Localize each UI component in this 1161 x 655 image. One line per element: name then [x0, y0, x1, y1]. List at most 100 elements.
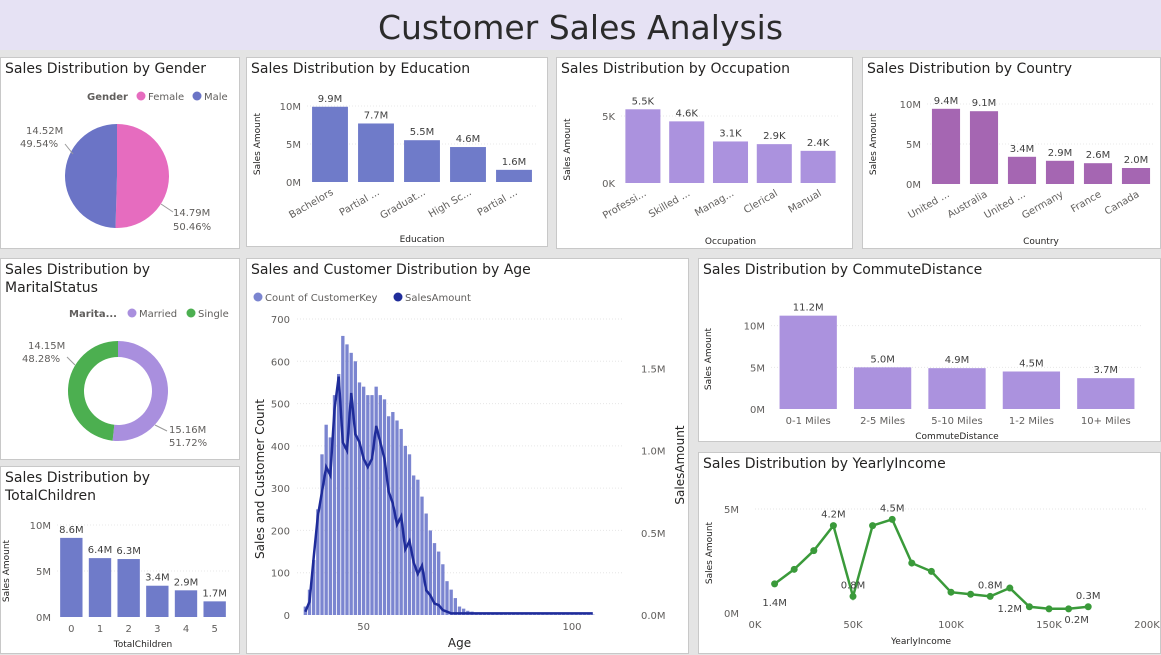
count-bar[interactable]: [420, 496, 424, 615]
income-point[interactable]: [1045, 605, 1053, 613]
income-line-panel[interactable]: Sales Distribution by YearlyIncome 0M 5M 0…: [698, 452, 1161, 654]
pie-slice-male[interactable]: [64, 124, 117, 228]
bar[interactable]: [779, 315, 837, 409]
bar[interactable]: [450, 147, 486, 182]
count-bar[interactable]: [428, 530, 432, 615]
gender-pie-chart[interactable]: Gender Female Male 14.52M 49.54% 14.79M …: [1, 58, 240, 249]
count-bar[interactable]: [424, 513, 428, 615]
income-line[interactable]: [773, 517, 1089, 611]
bar[interactable]: [756, 144, 792, 183]
income-point[interactable]: [947, 588, 955, 596]
income-point[interactable]: [869, 522, 877, 530]
donut-slice-married[interactable]: [112, 341, 169, 441]
income-point[interactable]: [790, 565, 798, 573]
bar[interactable]: [625, 109, 661, 183]
count-bar[interactable]: [382, 399, 387, 615]
bar[interactable]: [931, 108, 961, 184]
country-bar-panel[interactable]: Sales Distribution by Country 0M 5M 10M 9.4…: [862, 57, 1161, 249]
income-point[interactable]: [810, 547, 818, 555]
bar[interactable]: [1002, 371, 1061, 410]
country-bar-chart[interactable]: 0M 5M 10M 9.4M United ... 9.1M Australia 3.4M Un…: [863, 58, 1161, 249]
bar[interactable]: [312, 106, 348, 182]
x-tick-label: Germany: [1020, 189, 1065, 222]
occupation-bar-chart[interactable]: 0K 5K 5.5K Professi... 4.6K Skilled ... 3.1K Ma…: [557, 58, 853, 249]
income-point[interactable]: [986, 592, 994, 600]
count-bar[interactable]: [341, 335, 345, 615]
bar[interactable]: [1007, 156, 1037, 184]
bar[interactable]: [1121, 168, 1151, 184]
married-percent-label: 51.72%: [169, 438, 207, 449]
bar[interactable]: [1083, 163, 1113, 184]
data-label: 2.6M: [1086, 150, 1111, 161]
children-bar-panel[interactable]: Sales Distribution by TotalChildren 0M 5M…: [0, 466, 240, 654]
commute-bar-panel[interactable]: Sales Distribution by CommuteDistance 0M…: [698, 258, 1161, 442]
count-bar[interactable]: [416, 479, 420, 615]
bar[interactable]: [969, 111, 999, 184]
bar[interactable]: [88, 558, 112, 617]
count-bar[interactable]: [378, 395, 382, 615]
count-bar[interactable]: [374, 386, 378, 615]
age-combo-panel[interactable]: Sales and Customer Distribution by Age C…: [246, 258, 689, 654]
bar[interactable]: [203, 601, 226, 617]
count-bar[interactable]: [353, 361, 357, 615]
children-bar-chart[interactable]: 0M 5M 10M 8.6M 0 6.4M 1 6.3M 2 3.4M 3 2.9M 4 1.7M 5 Tot…: [1, 467, 240, 654]
count-bar[interactable]: [449, 589, 453, 615]
income-point[interactable]: [888, 515, 896, 523]
bar[interactable]: [800, 150, 836, 183]
age-combo-chart[interactable]: Count of CustomerKey SalesAmount 0 100 200…: [247, 259, 689, 654]
marital-donut-panel[interactable]: Sales Distribution by MaritalStatus Mari…: [0, 258, 240, 460]
single-legend-marker: [186, 308, 196, 318]
y-tick-label: 600: [271, 357, 290, 368]
y2-tick-label: 0.0M: [641, 611, 666, 622]
female-legend-label[interactable]: Female: [148, 92, 184, 103]
count-bar[interactable]: [370, 395, 374, 615]
bar[interactable]: [146, 585, 169, 617]
income-point[interactable]: [927, 567, 935, 575]
income-point[interactable]: [908, 559, 916, 567]
point-label: 1.2M: [998, 604, 1023, 615]
bar[interactable]: [1077, 378, 1135, 409]
bar[interactable]: [174, 590, 198, 617]
count-bar[interactable]: [407, 454, 412, 615]
pie-slice-female[interactable]: [115, 124, 169, 228]
income-point[interactable]: [849, 592, 857, 600]
education-bar-chart[interactable]: 0M 5M 10M 9.9M Bachelors 7.7M Partial ... 5.5M G…: [247, 58, 548, 247]
count-bar[interactable]: [387, 416, 391, 615]
commute-bar-chart[interactable]: 0M 5M 10M 11.2M 0-1 Miles 5.0M 2-5 Miles 4.9M 5-…: [699, 259, 1161, 442]
count-bar[interactable]: [324, 424, 328, 615]
count-bar[interactable]: [366, 395, 370, 615]
income-point[interactable]: [1025, 603, 1033, 611]
income-point[interactable]: [771, 580, 779, 588]
occupation-bar-panel[interactable]: Sales Distribution by Occupation 0K 5K 5.5…: [556, 57, 853, 249]
education-bar-panel[interactable]: Sales Distribution by Education 0M 5M 10M 9…: [246, 57, 548, 247]
bar[interactable]: [117, 559, 140, 617]
bar[interactable]: [60, 537, 83, 617]
count-bar[interactable]: [357, 382, 362, 615]
gender-pie-panel[interactable]: Sales Distribution by Gender Gender Fema…: [0, 57, 240, 249]
count-bar[interactable]: [412, 475, 416, 615]
income-point[interactable]: [829, 522, 837, 530]
marital-donut-chart[interactable]: Marita... Married Single 14.15M 48.28% 1…: [1, 259, 240, 460]
income-point[interactable]: [967, 590, 975, 598]
bar[interactable]: [404, 140, 440, 182]
married-legend-label[interactable]: Married: [139, 309, 177, 320]
count-bar[interactable]: [349, 352, 353, 615]
income-point[interactable]: [1084, 603, 1092, 611]
bar[interactable]: [928, 368, 986, 409]
donut-slice-single[interactable]: [68, 341, 118, 441]
income-line-chart[interactable]: 0M 5M 0K 50K 100K 150K 200K 1.4M 4.2M 0.8M 4.5M 0.8…: [699, 453, 1161, 654]
count-legend-label[interactable]: Count of CustomerKey: [265, 293, 377, 304]
bar[interactable]: [1045, 160, 1075, 184]
income-point[interactable]: [1006, 584, 1014, 592]
count-bar[interactable]: [362, 386, 366, 615]
income-point[interactable]: [1065, 605, 1073, 613]
bar[interactable]: [712, 141, 749, 183]
single-legend-label[interactable]: Single: [198, 309, 229, 320]
bar[interactable]: [496, 169, 532, 182]
bar[interactable]: [853, 367, 912, 409]
sales-legend-label[interactable]: SalesAmount: [405, 293, 471, 304]
count-bar[interactable]: [345, 344, 349, 615]
bar[interactable]: [669, 121, 705, 183]
male-legend-label[interactable]: Male: [204, 92, 228, 103]
bar[interactable]: [358, 123, 394, 182]
